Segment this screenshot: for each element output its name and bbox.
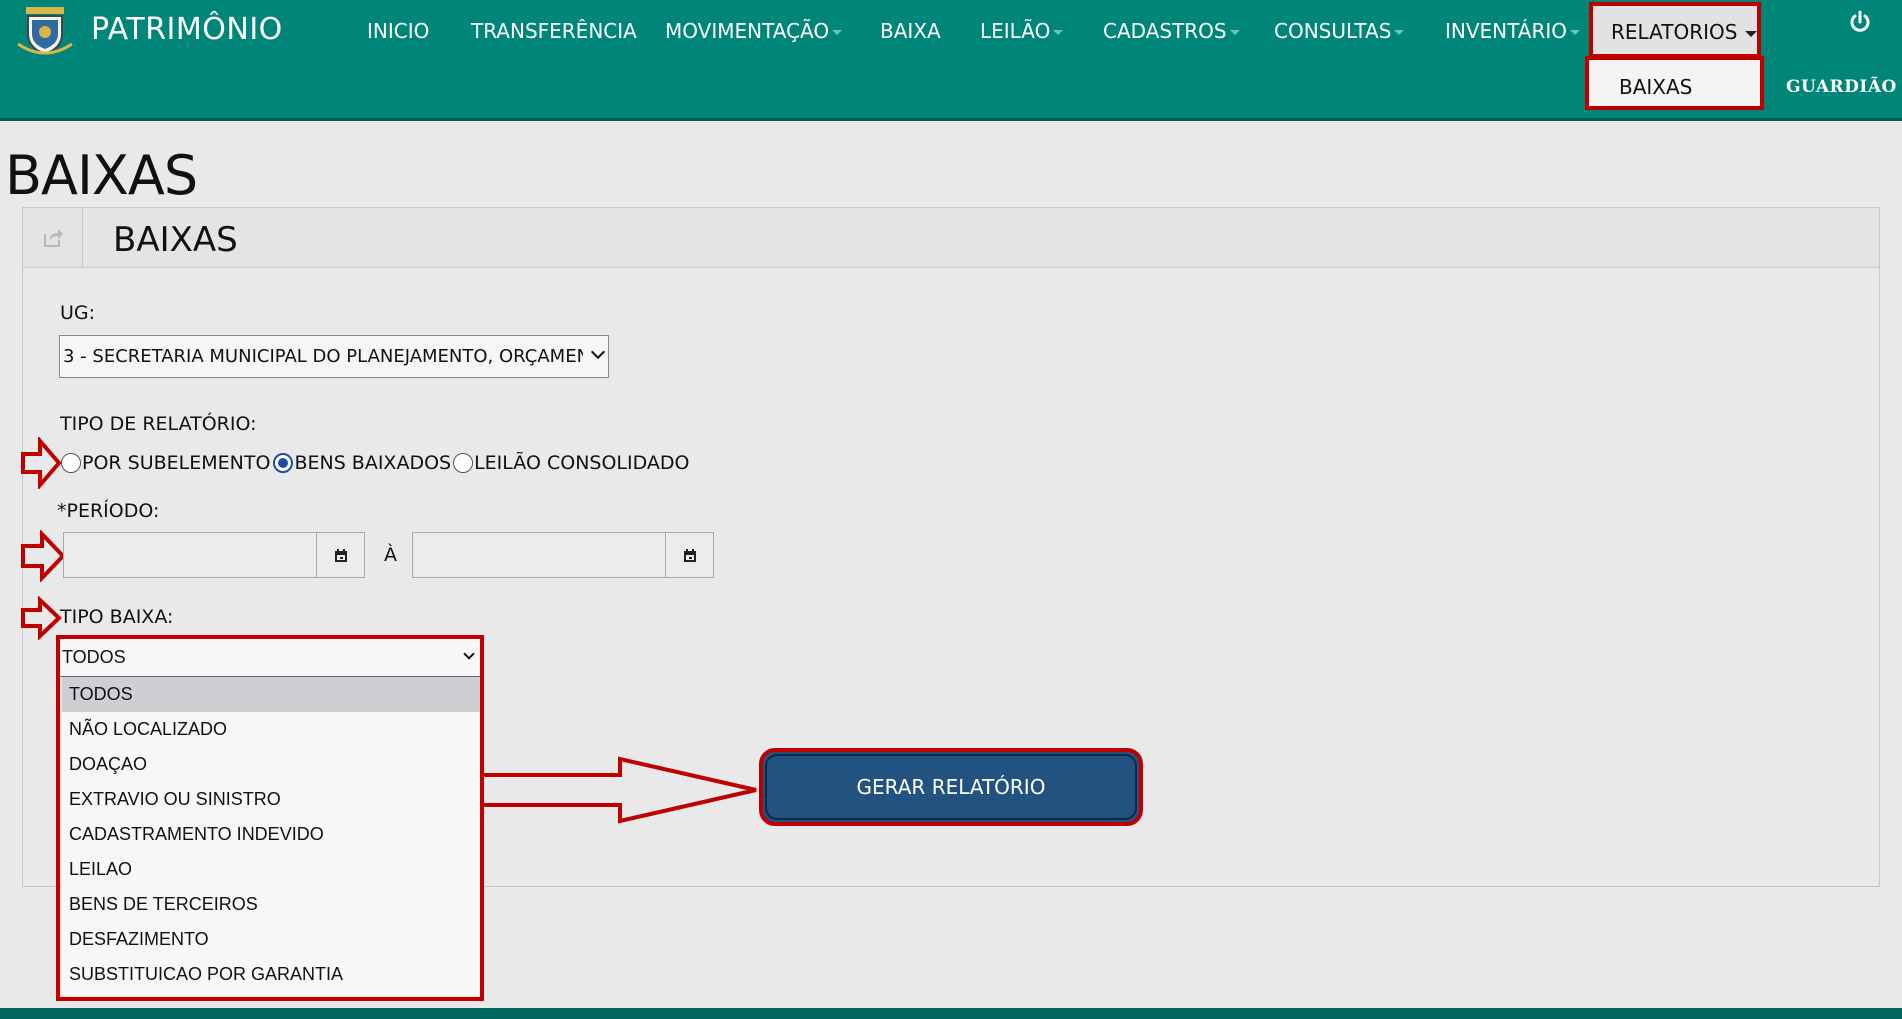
tipo-baixa-option[interactable]: BENS DE TERCEIROS (62, 887, 482, 922)
radio-leilao-consolidado[interactable] (453, 453, 474, 473)
power-icon[interactable] (1848, 10, 1872, 34)
caret-down-icon (1229, 30, 1240, 35)
chevron-down-icon (590, 344, 606, 360)
caret-down-icon (1394, 30, 1405, 35)
tipo-baixa-label: TIPO BAIXA: (60, 606, 174, 628)
panel-title: BAIXAS (113, 220, 238, 260)
tipo-relatorio-label: TIPO DE RELATÓRIO: (60, 413, 257, 435)
tipo-baixa-select[interactable]: TODOS (59, 638, 482, 677)
tipo-baixa-option[interactable]: EXTRAVIO OU SINISTRO (62, 782, 482, 817)
caret-down-icon (1745, 30, 1758, 37)
tipo-baixa-option[interactable]: SUBSTITUICAO POR GARANTIA (62, 957, 482, 992)
arrow-right-outline-icon (484, 756, 757, 824)
periodo-start-input[interactable] (63, 532, 317, 578)
radio-por-subelemento[interactable] (61, 453, 81, 473)
radio-bens-baixados[interactable] (273, 453, 294, 473)
arrow-right-outline-icon (21, 596, 62, 640)
relatorios-dropdown-menu: BAIXAS (1585, 56, 1764, 110)
dropdown-item-baixas[interactable]: BAIXAS (1619, 75, 1692, 99)
nav-item-relatorios[interactable]: RELATORIOS (1589, 2, 1761, 58)
radio-label-leilao-consolidado[interactable]: LEILÃO CONSOLIDADO (474, 452, 689, 474)
caret-down-icon (1053, 30, 1064, 35)
caret-down-icon (832, 30, 843, 35)
nav-item-consultas[interactable]: CONSULTAS (1274, 19, 1405, 43)
arrow-right-outline-icon (21, 437, 62, 489)
page-title: BAIXAS (5, 144, 198, 207)
nav-item-movimentacao[interactable]: MOVIMENTAÇÃO (665, 19, 843, 43)
tipo-baixa-option[interactable]: DOAÇAO (62, 747, 482, 782)
footer-bar (0, 1008, 1902, 1019)
tipo-relatorio-radio-group: POR SUBELEMENTO BENS BAIXADOS LEILÃO CON… (61, 449, 690, 477)
radio-label-bens-baixados[interactable]: BENS BAIXADOS (294, 452, 451, 474)
periodo-separator: À (384, 544, 397, 566)
share-icon (44, 229, 63, 247)
nav-item-baixa[interactable]: BAIXA (880, 19, 941, 43)
ug-label: UG: (60, 302, 96, 324)
caret-down-icon (1570, 30, 1581, 35)
panel-heading: BAIXAS (23, 208, 1879, 268)
periodo-end-input[interactable] (412, 532, 666, 578)
user-name: GUARDIÃO (1786, 77, 1897, 97)
ug-select[interactable]: 3 - SECRETARIA MUNICIPAL DO PLANEJAMENTO… (59, 335, 609, 378)
tipo-baixa-options-list: TODOS NÃO LOCALIZADO DOAÇAO EXTRAVIO OU … (62, 677, 482, 996)
tipo-baixa-option[interactable]: CADASTRAMENTO INDEVIDO (62, 817, 482, 852)
arrow-right-outline-icon (21, 530, 66, 582)
periodo-start-calendar-button[interactable] (316, 532, 365, 578)
nav-item-inventario[interactable]: INVENTÁRIO (1445, 19, 1581, 43)
nav-item-cadastros[interactable]: CADASTROS (1103, 19, 1240, 43)
gerar-relatorio-button[interactable]: GERAR RELATÓRIO (759, 748, 1143, 826)
radio-label-por-subelemento[interactable]: POR SUBELEMENTO (82, 452, 270, 474)
tipo-baixa-option[interactable]: NÃO LOCALIZADO (62, 712, 482, 747)
periodo-end-calendar-button[interactable] (665, 532, 714, 578)
chevron-down-icon (463, 648, 475, 660)
nav-item-inicio[interactable]: INICIO (367, 19, 429, 43)
calendar-icon (684, 549, 696, 562)
app-title[interactable]: PATRIMÔNIO (91, 12, 283, 47)
top-navbar: PATRIMÔNIO INICIO TRANSFERÊNCIA MOVIMENT… (0, 0, 1902, 121)
panel-icon-box (23, 208, 83, 267)
tipo-baixa-option[interactable]: DESFAZIMENTO (62, 922, 482, 957)
periodo-label: *PERÍODO: (57, 500, 160, 522)
tipo-baixa-option[interactable]: TODOS (62, 677, 482, 712)
nav-item-leilao[interactable]: LEILÃO (980, 19, 1064, 43)
nav-item-transferencia[interactable]: TRANSFERÊNCIA (471, 19, 637, 43)
tipo-baixa-option[interactable]: LEILAO (62, 852, 482, 887)
calendar-icon (335, 549, 347, 562)
crest-logo-icon[interactable] (16, 4, 74, 58)
